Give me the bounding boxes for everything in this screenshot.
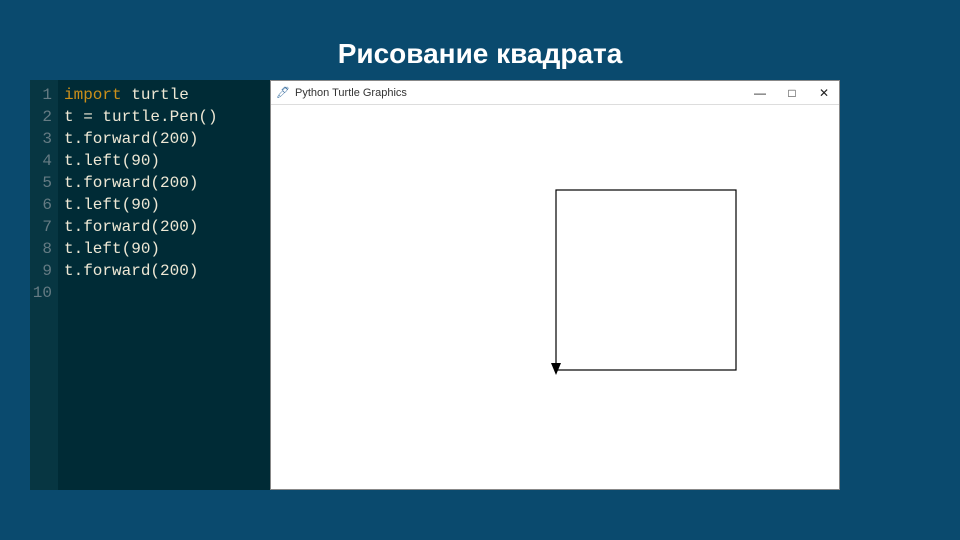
feather-icon: 🖊 bbox=[277, 87, 289, 99]
line-number: 5 bbox=[30, 172, 52, 194]
code-line: t.left(90) bbox=[64, 150, 264, 172]
line-number: 10 bbox=[30, 282, 52, 304]
line-number: 6 bbox=[30, 194, 52, 216]
line-number: 7 bbox=[30, 216, 52, 238]
code-line bbox=[64, 282, 264, 304]
line-number-gutter: 12345678910 bbox=[30, 80, 58, 490]
line-number: 4 bbox=[30, 150, 52, 172]
slide-title: Рисование квадрата bbox=[0, 0, 960, 78]
line-number: 3 bbox=[30, 128, 52, 150]
window-title: Python Turtle Graphics bbox=[295, 87, 751, 99]
code-line: import turtle bbox=[64, 84, 264, 106]
line-number: 2 bbox=[30, 106, 52, 128]
code-line: t = turtle.Pen() bbox=[64, 106, 264, 128]
code-editor: 12345678910 import turtlet = turtle.Pen(… bbox=[30, 80, 270, 490]
code-line: t.left(90) bbox=[64, 238, 264, 260]
code-line: t.left(90) bbox=[64, 194, 264, 216]
code-body[interactable]: import turtlet = turtle.Pen()t.forward(2… bbox=[58, 80, 270, 490]
turtle-canvas bbox=[271, 105, 839, 489]
window-titlebar[interactable]: 🖊 Python Turtle Graphics — □ ✕ bbox=[271, 81, 839, 105]
minimize-button[interactable]: — bbox=[751, 84, 769, 102]
code-line: t.forward(200) bbox=[64, 128, 264, 150]
drawn-square-icon bbox=[271, 105, 841, 491]
code-line: t.forward(200) bbox=[64, 216, 264, 238]
window-controls: — □ ✕ bbox=[751, 84, 833, 102]
content-area: 12345678910 import turtlet = turtle.Pen(… bbox=[30, 80, 840, 490]
maximize-button[interactable]: □ bbox=[783, 84, 801, 102]
line-number: 8 bbox=[30, 238, 52, 260]
line-number: 1 bbox=[30, 84, 52, 106]
code-line: t.forward(200) bbox=[64, 172, 264, 194]
close-button[interactable]: ✕ bbox=[815, 84, 833, 102]
code-line: t.forward(200) bbox=[64, 260, 264, 282]
line-number: 9 bbox=[30, 260, 52, 282]
turtle-graphics-window: 🖊 Python Turtle Graphics — □ ✕ bbox=[270, 80, 840, 490]
